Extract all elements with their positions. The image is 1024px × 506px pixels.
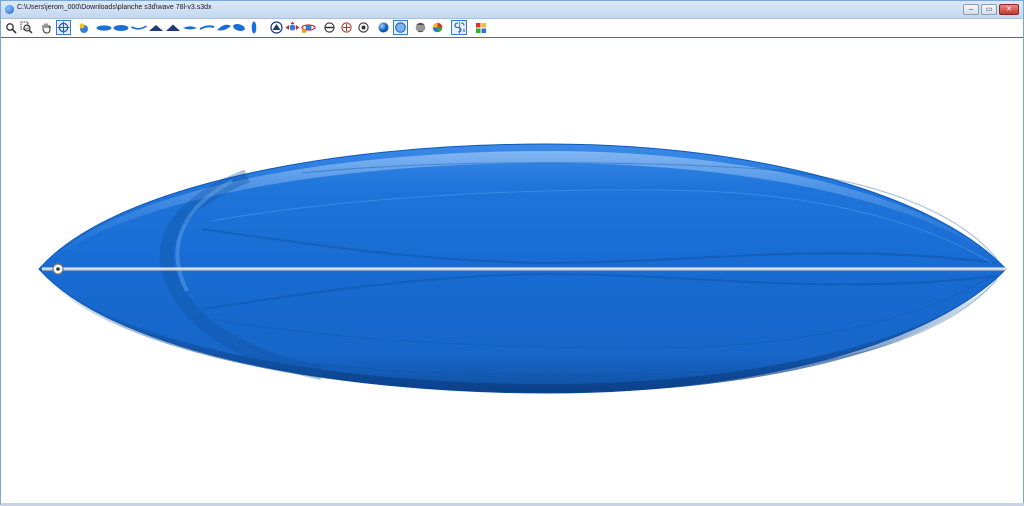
board-outline-view-icon[interactable] — [96, 20, 112, 35]
zoom-window-icon[interactable] — [19, 20, 33, 35]
color-wheel-icon[interactable] — [431, 20, 444, 35]
board-3d-view-icon[interactable] — [216, 20, 232, 35]
orbit-icon[interactable] — [301, 20, 316, 35]
board-nose-view-icon[interactable] — [249, 20, 259, 35]
color-palette-icon[interactable] — [77, 20, 91, 35]
red-arrows-icon[interactable] — [285, 20, 300, 35]
toolbar — [1, 19, 1023, 38]
app-window: C:\Users\jerom_000\Downloads\planche s3d… — [0, 0, 1024, 506]
transparency-icon[interactable] — [393, 20, 408, 35]
mirror-view-icon[interactable] — [269, 20, 283, 35]
board-tail-view-icon[interactable] — [232, 20, 246, 35]
shade-mode-icon[interactable] — [323, 20, 336, 35]
board-deck-view-icon[interactable] — [148, 20, 164, 35]
title-bar: C:\Users\jerom_000\Downloads\planche s3d… — [1, 1, 1023, 19]
control-points-icon[interactable] — [357, 20, 370, 35]
symmetry-icon[interactable] — [451, 20, 467, 35]
board-thickness-view-icon[interactable] — [199, 20, 215, 35]
board-side-view-icon[interactable] — [165, 20, 181, 35]
pan-hand-icon[interactable] — [39, 20, 53, 35]
window-title: C:\Users\jerom_000\Downloads\planche s3d… — [17, 4, 212, 11]
control-point-handle[interactable] — [52, 263, 64, 275]
rotate-move-icon[interactable] — [56, 20, 71, 35]
minimize-button[interactable]: – — [963, 4, 979, 15]
maximize-button[interactable]: ▭ — [981, 4, 997, 15]
wireframe-mode-icon[interactable] — [340, 20, 353, 35]
surfboard-3d-view[interactable] — [2, 38, 1023, 504]
color-grid-icon[interactable] — [474, 20, 487, 35]
board-slice-view-icon[interactable] — [182, 20, 198, 35]
render-sphere-icon[interactable] — [377, 20, 390, 35]
window-controls: – ▭ ✕ — [963, 4, 1019, 15]
viewport-canvas[interactable] — [2, 38, 1023, 504]
app-icon — [5, 5, 14, 14]
zoom-icon[interactable] — [4, 20, 18, 35]
board-rocker-view-icon[interactable] — [131, 20, 147, 35]
board-bottom-view-icon[interactable] — [113, 20, 129, 35]
slices-icon[interactable] — [414, 20, 427, 35]
close-button[interactable]: ✕ — [999, 4, 1019, 15]
